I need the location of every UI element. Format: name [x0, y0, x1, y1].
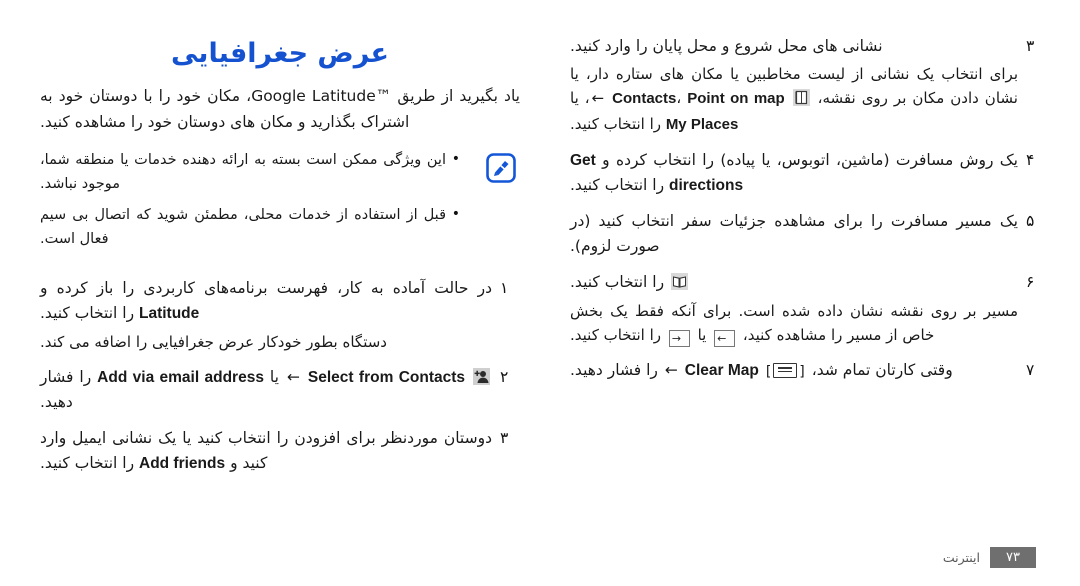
note-box: این ویژگی ممکن است بسته به ارائه دهنده خ… [40, 148, 520, 261]
substep-text-after: را انتخاب کنید. [570, 325, 662, 344]
note-bullet-list: این ویژگی ممکن است بسته به ارائه دهنده خ… [40, 148, 476, 261]
step-item: ۵ یک مسیر مسافرت را برای مشاهده جزئیات س… [570, 209, 1046, 259]
comma-separator: ، [676, 89, 682, 108]
bold-term-add-friends: Add friends [139, 455, 226, 473]
step-text-after: را انتخاب کنید. [570, 273, 665, 292]
step-arrow: ← [591, 89, 605, 108]
step-substep: دستگاه بطور خودکار عرض جغرافیایی را اضاف… [40, 332, 387, 351]
step-number: ۲ [500, 367, 509, 386]
step-arrow: ← [664, 361, 678, 380]
step-number: ۳ [1026, 37, 1035, 55]
bold-term-select-from-contacts: Select from Contacts [307, 368, 466, 386]
step-text-after: را انتخاب کنید. [40, 454, 135, 473]
step-text-after: را فشار دهید. [570, 361, 658, 380]
bold-term-latitude: Latitude [139, 305, 200, 323]
note-pencil-icon [486, 152, 516, 183]
substep-text-after: را انتخاب کنید. [570, 114, 662, 133]
step-text: یک مسیر مسافرت را برای مشاهده جزئیات سفر… [570, 212, 1018, 256]
bold-term-clear-map: Clear Map [684, 362, 759, 380]
next-arrow-key[interactable]: → [668, 329, 690, 347]
add-friend-icon[interactable] [472, 367, 490, 385]
step-item: ۷ وقتی کارتان تمام شد، [] ← Clear Map را… [570, 358, 1046, 384]
step-item: ۶ را انتخاب کنید. مسیر بر روی نقشه نشان … [570, 270, 1046, 347]
intro-paragraph: یاد بگیرید از طریق ™Google Latitude، مکا… [40, 87, 520, 131]
conjunction: یا [269, 367, 279, 386]
step-substep: برای انتخاب یک نشانی از لیست مخاطبین یا … [570, 62, 1018, 137]
document-page: ۳ نشانی های محل شروع و محل پایان را وارد… [0, 0, 1080, 586]
step-text-after: را انتخاب کنید. [40, 304, 135, 323]
page-footer: ۷۳ اینترنت [943, 547, 1036, 568]
step-text-before: وقتی کارتان تمام شد، [811, 361, 953, 380]
step-text-before: در حالت آماده به کار، فهرست برنامه‌های ک… [40, 279, 492, 298]
left-column: عرض جغرافیایی یاد بگیرید از طریق ™Google… [0, 0, 540, 510]
menu-key-icon[interactable]: [] [766, 361, 805, 384]
step-number: ۴ [1026, 151, 1035, 169]
previous-arrow-key[interactable]: ← [714, 329, 736, 347]
right-column: ۳ نشانی های محل شروع و محل پایان را وارد… [540, 0, 1080, 510]
step-number: ۳ [500, 429, 509, 448]
left-column-steps: ۱ در حالت آماده به کار، فهرست برنامه‌های… [40, 276, 520, 476]
page-number-badge: ۷۳ [990, 547, 1036, 568]
conjunction: یا [697, 325, 707, 344]
bold-term-point-on-map: Point on map [687, 90, 785, 108]
step-text-after: را انتخاب کنید. [570, 176, 665, 195]
bold-term-my-places: My Places [665, 115, 739, 133]
contacts-book-icon[interactable] [792, 89, 810, 107]
comma-separator-2: ، [584, 89, 590, 108]
step-number: ۵ [1026, 212, 1035, 231]
two-column-layout: ۳ نشانی های محل شروع و محل پایان را وارد… [0, 0, 1080, 510]
note-bullet: قبل از استفاده از خدمات محلی، مطمئن شوید… [40, 203, 460, 252]
step-number: ۶ [1026, 273, 1035, 292]
step-item: ۳ دوستان موردنظر برای افزودن را انتخاب ک… [40, 426, 520, 476]
bold-term-add-via-email: Add via email address [97, 368, 264, 386]
note-bullet: این ویژگی ممکن است بسته به ارائه دهنده خ… [40, 148, 460, 197]
step-arrow: ← [286, 367, 300, 386]
step-item: ۱ در حالت آماده به کار، فهرست برنامه‌های… [40, 276, 520, 354]
step-text-before: یک روش مسافرت (ماشین، اتوبوس، یا پیاده) … [602, 151, 1018, 169]
step-text-after: را فشار دهید. [40, 367, 92, 411]
step-substep: مسیر بر روی نقشه نشان داده شده است. برای… [570, 299, 1018, 348]
step-item: ۳ نشانی های محل شروع و محل پایان را وارد… [570, 34, 1046, 137]
step-item: ۲ ← Select from Contacts یا Add via emai… [40, 365, 520, 415]
step-text: نشانی های محل شروع و محل پایان را وارد ک… [570, 37, 883, 55]
step-item: ۴ یک روش مسافرت (ماشین، اتوبوس، یا پیاده… [570, 148, 1046, 198]
map-book-icon[interactable] [671, 273, 688, 291]
page-title: عرض جغرافیایی [170, 38, 389, 69]
footer-chapter-label: اینترنت [942, 550, 980, 565]
right-column-steps: ۳ نشانی های محل شروع و محل پایان را وارد… [570, 34, 1046, 384]
step-number: ۱ [500, 279, 509, 298]
conjunction: یا [570, 89, 579, 108]
step-number: ۷ [1026, 361, 1035, 380]
bold-term-contacts: Contacts [612, 90, 677, 108]
menu-key-glyph [773, 363, 798, 379]
